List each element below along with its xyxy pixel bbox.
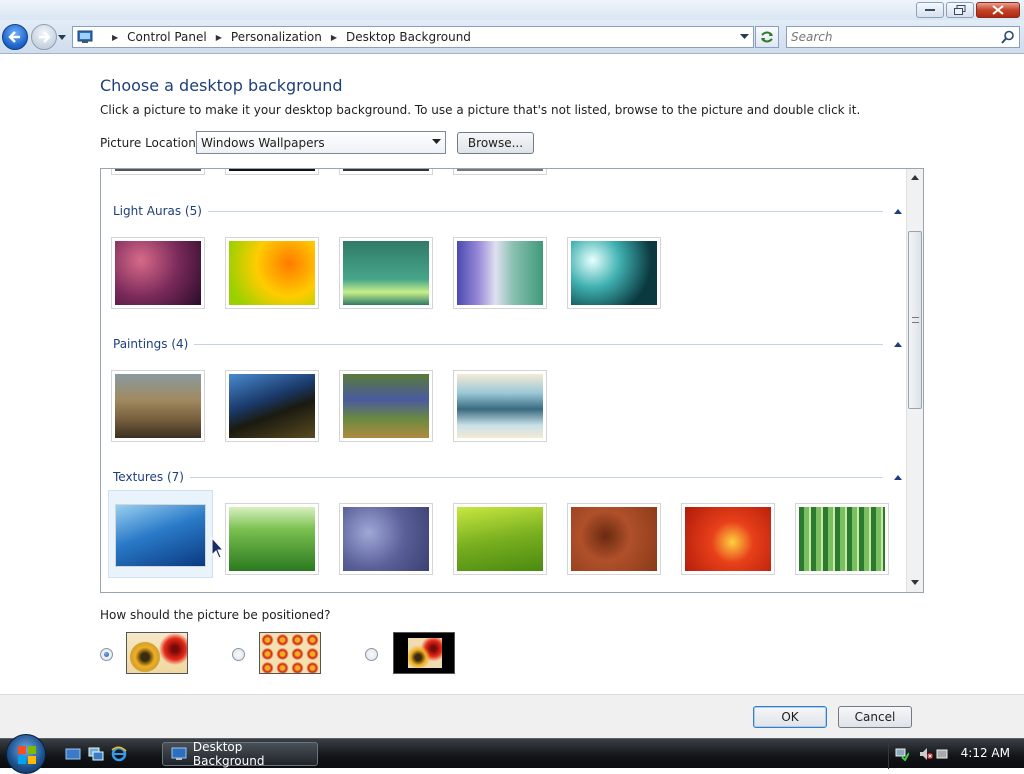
switch-windows-icon[interactable] — [88, 746, 104, 762]
search-icon[interactable] — [1001, 30, 1015, 44]
control-panel-icon — [77, 30, 93, 43]
position-center-preview[interactable] — [393, 632, 455, 674]
network-icon[interactable] — [895, 747, 909, 761]
group-title: Textures (7) — [113, 470, 184, 484]
wallpaper-thumbnail[interactable] — [339, 503, 433, 575]
breadcrumb-separator: ▶ — [112, 32, 119, 42]
instruction-text: Click a picture to make it your desktop … — [100, 103, 861, 117]
back-arrow-icon — [8, 31, 20, 43]
collapse-icon[interactable] — [893, 206, 903, 216]
wallpaper-thumbnail[interactable] — [225, 169, 319, 175]
restore-icon — [954, 5, 966, 15]
scrollbar-thumb[interactable] — [908, 231, 922, 409]
wallpaper-thumbnail[interactable] — [111, 169, 205, 175]
start-button[interactable] — [6, 734, 46, 774]
center-preview-image — [408, 638, 442, 668]
wallpaper-thumbnail[interactable] — [681, 503, 775, 575]
position-radio-center[interactable] — [365, 648, 378, 661]
recent-pages-dropdown-icon[interactable] — [58, 34, 66, 42]
vertical-scrollbar[interactable] — [906, 169, 923, 592]
breadcrumb-desktop-background[interactable]: Desktop Background — [346, 30, 471, 44]
search-input[interactable] — [787, 27, 987, 47]
search-box[interactable] — [786, 26, 1020, 48]
picture-location-label: Picture Location — [100, 136, 196, 150]
collapse-icon[interactable] — [893, 472, 903, 482]
wallpaper-thumbnail[interactable] — [567, 503, 661, 575]
group-header-light-auras[interactable]: Light Auras (5) — [113, 204, 903, 218]
wallpaper-thumbnail[interactable] — [225, 237, 319, 309]
control-panel-icon — [171, 747, 187, 760]
group-header-textures[interactable]: Textures (7) — [113, 470, 903, 484]
title-bar — [0, 0, 1024, 20]
position-question: How should the picture be positioned? — [100, 608, 331, 622]
cursor-icon — [211, 537, 225, 559]
forward-button[interactable] — [31, 24, 57, 50]
wallpaper-thumbnail[interactable] — [567, 237, 661, 309]
address-bar[interactable]: ▶ Control Panel ▶ Personalization ▶ Desk… — [72, 26, 754, 48]
breadcrumb-control-panel[interactable]: Control Panel — [127, 30, 207, 44]
windows-logo-icon — [18, 746, 36, 764]
address-dropdown-icon[interactable] — [740, 34, 749, 40]
clock[interactable]: 4:12 AM — [961, 746, 1010, 760]
close-icon — [992, 5, 1004, 15]
minimize-icon — [925, 9, 935, 11]
wallpaper-thumbnail[interactable] — [339, 169, 433, 175]
wallpaper-thumbnail[interactable] — [225, 370, 319, 442]
group-header-paintings[interactable]: Paintings (4) — [113, 337, 903, 351]
breadcrumb-separator[interactable]: ▶ — [216, 33, 222, 42]
breadcrumb-separator[interactable]: ▶ — [331, 33, 337, 42]
position-fit-preview[interactable] — [126, 632, 188, 674]
show-desktop-icon[interactable] — [65, 746, 81, 762]
wallpaper-thumbnail[interactable] — [453, 370, 547, 442]
back-button[interactable] — [2, 24, 28, 50]
wallpaper-thumbnail[interactable] — [453, 237, 547, 309]
ok-button[interactable]: OK — [753, 706, 827, 728]
wallpaper-thumbnail[interactable] — [453, 169, 547, 175]
restore-button[interactable] — [946, 2, 974, 18]
scrollbar-grip — [912, 317, 919, 323]
picture-list[interactable]: Light Auras (5) Paintings (4) Textures (… — [100, 168, 924, 593]
picture-location-select[interactable]: Windows Wallpapers — [196, 131, 446, 154]
position-tile-preview[interactable] — [259, 632, 321, 674]
scroll-down-icon[interactable] — [911, 580, 919, 586]
chevron-down-icon — [432, 139, 441, 144]
wallpaper-thumbnail[interactable] — [795, 503, 889, 575]
wallpaper-thumbnail[interactable] — [111, 237, 205, 309]
refresh-icon — [761, 31, 773, 43]
refresh-button[interactable] — [755, 26, 779, 48]
navigation-bar: ▶ Control Panel ▶ Personalization ▶ Desk… — [0, 20, 1024, 54]
volume-muted-icon[interactable] — [919, 747, 933, 761]
close-button[interactable] — [976, 2, 1020, 18]
page-title: Choose a desktop background — [100, 76, 343, 95]
position-radio-fit[interactable] — [100, 648, 113, 661]
internet-explorer-icon[interactable] — [111, 746, 127, 762]
minimize-button[interactable] — [916, 2, 944, 18]
taskbar: Desktop Background 4:12 AM — [0, 734, 1024, 774]
cancel-button[interactable]: Cancel — [838, 706, 912, 728]
notification-area: 4:12 AM — [888, 739, 1024, 769]
wallpaper-thumbnail[interactable] — [111, 370, 205, 442]
power-icon[interactable] — [935, 747, 949, 761]
dialog-footer: OK Cancel — [0, 695, 1024, 738]
window-controls — [916, 2, 1020, 18]
forward-arrow-icon — [39, 31, 51, 43]
taskbar-button-desktop-background[interactable]: Desktop Background — [162, 740, 318, 768]
scroll-up-icon[interactable] — [911, 175, 919, 181]
browse-button[interactable]: Browse... — [457, 132, 534, 154]
group-divider — [194, 343, 883, 345]
picture-location-value: Windows Wallpapers — [201, 135, 325, 150]
wallpaper-thumbnail[interactable] — [339, 370, 433, 442]
wallpaper-thumbnail[interactable] — [339, 237, 433, 309]
wallpaper-thumbnail[interactable] — [453, 503, 547, 575]
group-title: Paintings (4) — [113, 337, 189, 351]
group-divider — [207, 210, 883, 212]
position-radio-tile[interactable] — [232, 648, 245, 661]
group-divider — [190, 476, 883, 478]
taskbar-button-label: Desktop Background — [192, 740, 265, 768]
wallpaper-thumbnail[interactable] — [225, 503, 319, 575]
collapse-icon[interactable] — [893, 339, 903, 349]
wallpaper-thumbnail-selected[interactable] — [108, 490, 213, 578]
group-title: Light Auras (5) — [113, 204, 202, 218]
breadcrumb-personalization[interactable]: Personalization — [231, 30, 322, 44]
